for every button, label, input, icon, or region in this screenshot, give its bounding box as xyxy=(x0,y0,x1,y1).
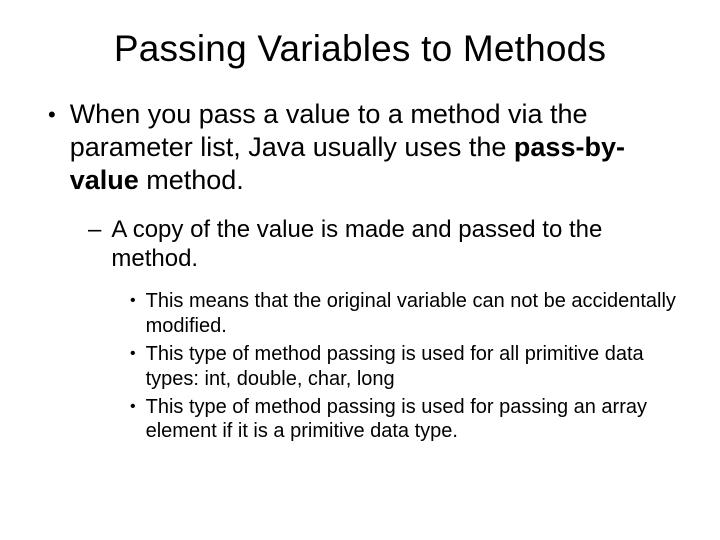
level2-text: A copy of the value is made and passed t… xyxy=(111,215,680,274)
level1-post: method. xyxy=(139,165,244,195)
bullet-dash-icon: – xyxy=(88,215,101,244)
level3-text: This type of method passing is used for … xyxy=(146,342,680,391)
level1-list: • When you pass a value to a method via … xyxy=(48,98,680,197)
level1-pre: When you pass a value to a method via th… xyxy=(70,99,588,162)
bullet-disc-icon: • xyxy=(48,98,56,131)
bullet-disc-icon: • xyxy=(130,289,136,313)
level1-text: When you pass a value to a method via th… xyxy=(70,98,680,197)
level3-item: • This means that the original variable … xyxy=(130,289,680,338)
level3-item: • This type of method passing is used fo… xyxy=(130,395,680,444)
level2-list: – A copy of the value is made and passed… xyxy=(88,215,680,274)
bullet-disc-icon: • xyxy=(130,395,136,419)
level1-item: • When you pass a value to a method via … xyxy=(48,98,680,197)
slide-title: Passing Variables to Methods xyxy=(40,28,680,70)
level3-text: This means that the original variable ca… xyxy=(146,289,680,338)
bullet-disc-icon: • xyxy=(130,342,136,366)
level2-item: – A copy of the value is made and passed… xyxy=(88,215,680,274)
level3-item: • This type of method passing is used fo… xyxy=(130,342,680,391)
level3-text: This type of method passing is used for … xyxy=(146,395,680,444)
level3-list: • This means that the original variable … xyxy=(130,289,680,443)
